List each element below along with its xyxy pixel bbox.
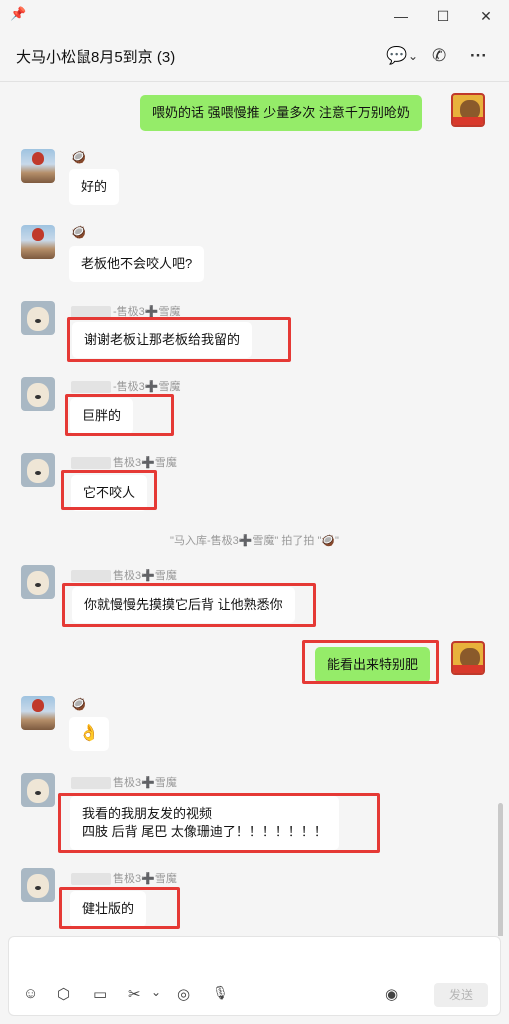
avatar[interactable] bbox=[21, 225, 55, 259]
mic-icon[interactable]: 🎙 bbox=[212, 985, 229, 1001]
emoji-icon[interactable]: ☺ bbox=[23, 985, 38, 1002]
avatar[interactable] bbox=[21, 868, 55, 902]
system-notice: "马入库-售极3➕雪魔" 拍了拍 "🥥" bbox=[170, 535, 339, 547]
avatar[interactable] bbox=[21, 453, 55, 487]
avatar[interactable] bbox=[21, 565, 55, 599]
send-button[interactable]: 发送 bbox=[434, 983, 488, 1007]
maximize-button[interactable]: ☐ bbox=[428, 4, 458, 28]
avatar[interactable] bbox=[451, 641, 485, 675]
message-bubble[interactable]: 它不咬人 bbox=[71, 475, 148, 511]
avatar[interactable] bbox=[451, 93, 485, 127]
sender-emoji: 🥥 bbox=[71, 697, 86, 711]
voice-input-icon[interactable]: ◉ bbox=[385, 985, 398, 1003]
avatar[interactable] bbox=[21, 377, 55, 411]
sender-emoji: 🥥 bbox=[71, 150, 86, 164]
chevron-down-icon[interactable]: ⌄ bbox=[408, 44, 418, 68]
sender-name: 售极3➕雪魔 bbox=[71, 870, 177, 886]
message-composer[interactable]: ☺ ⬡ ▭ ✂ ⌄ ◎ 🎙 ◉ 发送 bbox=[8, 936, 501, 1016]
message-bubble[interactable]: 你就慢慢先摸摸它后背 让他熟悉你 bbox=[72, 587, 295, 623]
scrollbar[interactable] bbox=[498, 803, 503, 936]
message-bubble[interactable]: 👌 bbox=[69, 717, 109, 751]
message-bubble[interactable]: 巨胖的 bbox=[70, 398, 134, 434]
avatar[interactable] bbox=[21, 696, 55, 730]
message-bubble[interactable]: 我看的我朋友发的视频 四肢 后背 尾巴 太像珊迪了！！！！！！！ bbox=[70, 796, 339, 850]
minimize-button[interactable]: — bbox=[386, 4, 416, 28]
sender-name: -售极3➕雪魔 bbox=[71, 378, 180, 394]
sender-name: -售极3➕雪魔 bbox=[71, 303, 180, 319]
message-bubble[interactable]: 好的 bbox=[69, 169, 120, 205]
pin-icon[interactable]: 📌 bbox=[10, 6, 26, 22]
message-list[interactable]: 喂奶的话 强喂慢推 少量多次 注意千万别呛奶 🥥 好的 🥥 老板他不会咬人吧? … bbox=[0, 83, 509, 936]
avatar[interactable] bbox=[21, 149, 55, 183]
message-bubble[interactable]: 老板他不会咬人吧? bbox=[69, 246, 205, 282]
phone-icon[interactable]: ✆ bbox=[432, 44, 446, 68]
scissors-icon[interactable]: ✂ bbox=[128, 985, 141, 1003]
sender-name: 售极3➕雪魔 bbox=[71, 774, 177, 790]
sender-name: 售极3➕雪魔 bbox=[71, 454, 177, 470]
close-button[interactable]: ✕ bbox=[471, 4, 501, 28]
sender-name: 售极3➕雪魔 bbox=[71, 567, 177, 583]
title-bar: 📌 — ☐ ✕ bbox=[0, 0, 509, 32]
chat-header: 大马小松鼠8月5到京 (3) 💬 ⌄ ✆ ··· bbox=[0, 32, 509, 82]
message-bubble[interactable]: 健壮版的 bbox=[70, 891, 147, 927]
avatar[interactable] bbox=[21, 773, 55, 807]
record-icon[interactable]: ◎ bbox=[177, 985, 190, 1003]
more-icon[interactable]: ··· bbox=[470, 44, 487, 68]
folder-icon[interactable]: ▭ bbox=[93, 985, 107, 1003]
message-bubble-outgoing[interactable]: 能看出来特别肥 bbox=[315, 647, 431, 683]
chat-bubble-icon[interactable]: 💬 bbox=[386, 44, 407, 68]
message-bubble-outgoing[interactable]: 喂奶的话 强喂慢推 少量多次 注意千万别呛奶 bbox=[140, 95, 422, 131]
box-icon[interactable]: ⬡ bbox=[57, 985, 70, 1003]
message-bubble[interactable]: 谢谢老板让那老板给我留的 bbox=[72, 322, 253, 358]
avatar[interactable] bbox=[21, 301, 55, 335]
chat-title: 大马小松鼠8月5到京 (3) bbox=[16, 49, 176, 66]
chevron-down-icon[interactable]: ⌄ bbox=[151, 985, 161, 999]
sender-emoji: 🥥 bbox=[71, 225, 86, 239]
